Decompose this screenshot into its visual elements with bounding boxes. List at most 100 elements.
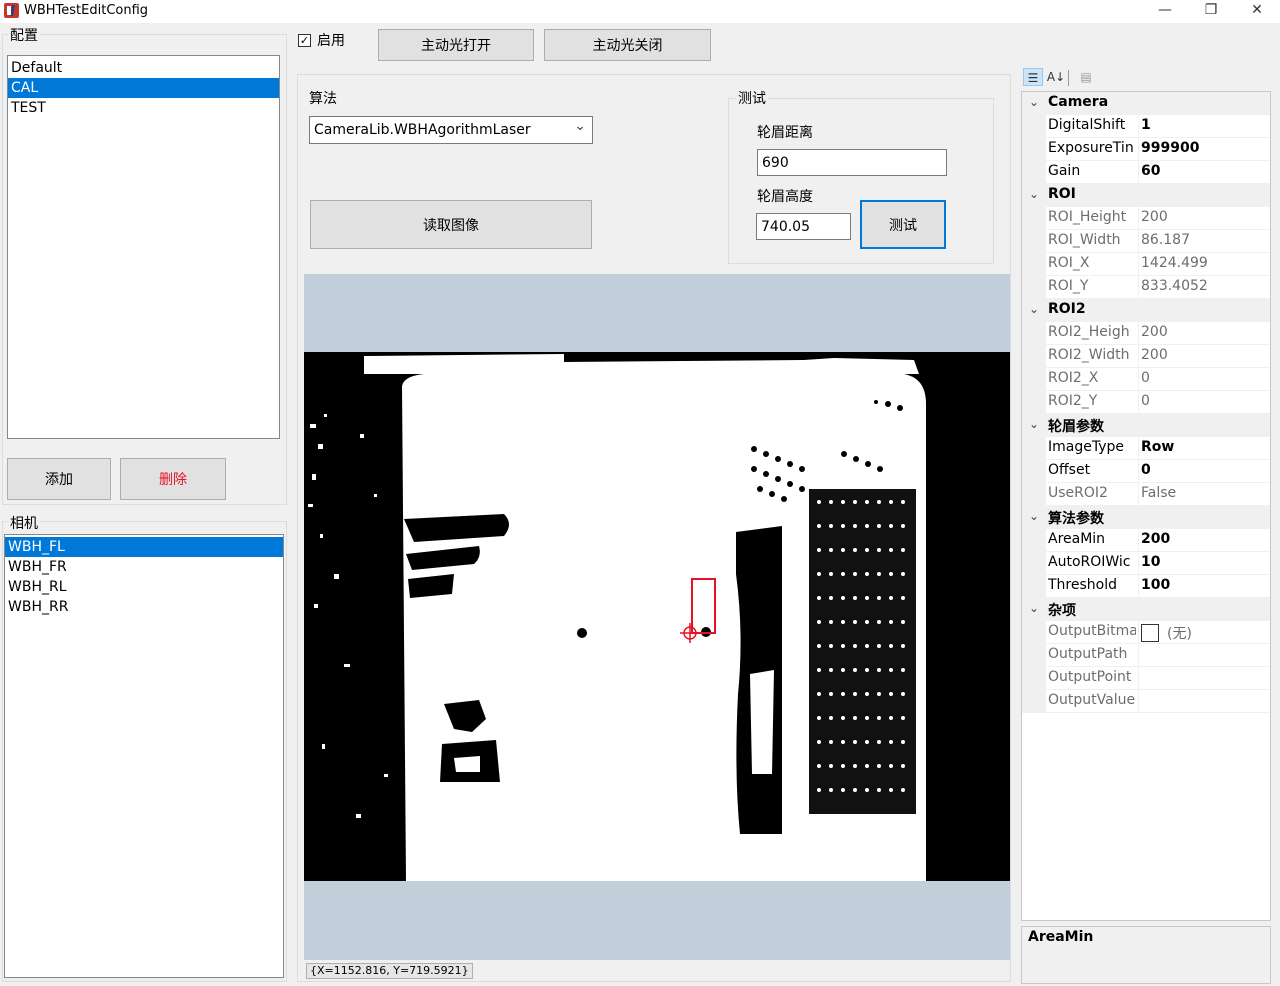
property-row[interactable]: ROI_Y 833.4052 — [1022, 276, 1270, 299]
property-value[interactable]: 100 — [1141, 577, 1170, 593]
property-value[interactable]: (无) — [1141, 623, 1192, 643]
property-value[interactable]: 0 — [1141, 393, 1150, 409]
config-list-item[interactable]: Default — [8, 58, 279, 78]
property-value[interactable]: 1 — [1141, 117, 1151, 133]
close-button[interactable]: ✕ — [1234, 0, 1280, 23]
property-row[interactable]: ROI2_Y 0 — [1022, 391, 1270, 414]
property-row[interactable]: DigitalShift 1 — [1022, 115, 1270, 138]
property-category[interactable]: ⌄ ROI2 — [1022, 299, 1270, 322]
property-row[interactable]: OutputPath — [1022, 644, 1270, 667]
property-separator — [1138, 529, 1139, 552]
property-value[interactable]: 999900 — [1141, 140, 1199, 156]
property-grid[interactable]: ⌄ Camera DigitalShift 1 ExposureTin 999900 Gai… — [1021, 91, 1271, 921]
property-gutter — [1022, 391, 1046, 414]
property-value[interactable]: 200 — [1141, 324, 1168, 340]
property-row[interactable]: OutputValue — [1022, 690, 1270, 713]
delete-button[interactable]: 删除 — [120, 458, 226, 500]
property-value[interactable]: 60 — [1141, 163, 1160, 179]
property-separator — [1138, 368, 1139, 391]
property-row[interactable]: ROI2_Width 200 — [1022, 345, 1270, 368]
property-name: ROI2_X — [1048, 370, 1099, 386]
chevron-down-icon[interactable]: ⌄ — [1029, 95, 1039, 109]
property-pages-icon[interactable]: ▤ — [1076, 68, 1096, 86]
property-row[interactable]: ROI_X 1424.499 — [1022, 253, 1270, 276]
property-value[interactable]: 200 — [1141, 347, 1168, 363]
property-name: ExposureTin — [1048, 140, 1134, 156]
property-row[interactable]: AreaMin 200 — [1022, 529, 1270, 552]
property-value[interactable]: 200 — [1141, 531, 1170, 547]
property-name: OutputPoint — [1048, 669, 1132, 685]
config-group-label: 配置 — [8, 25, 40, 45]
property-name: Threshold — [1048, 577, 1117, 593]
property-row[interactable]: ImageType Row — [1022, 437, 1270, 460]
read-image-button[interactable]: 读取图像 — [310, 200, 592, 249]
categorized-icon[interactable]: ☰ — [1023, 68, 1043, 86]
property-category[interactable]: ⌄ ROI — [1022, 184, 1270, 207]
enable-checkbox[interactable]: ✓ — [298, 34, 311, 47]
light-off-button[interactable]: 主动光关闭 — [544, 29, 711, 61]
maximize-button[interactable]: ❐ — [1188, 0, 1234, 23]
property-value[interactable]: 0 — [1141, 370, 1150, 386]
property-row[interactable]: ROI_Width 86.187 — [1022, 230, 1270, 253]
property-name: OutputBitma — [1048, 623, 1136, 639]
chevron-down-icon[interactable]: ⌄ — [1029, 601, 1039, 615]
add-button[interactable]: 添加 — [7, 458, 111, 500]
property-separator — [1138, 322, 1139, 345]
light-on-button[interactable]: 主动光打开 — [378, 29, 534, 61]
property-row[interactable]: Offset 0 — [1022, 460, 1270, 483]
property-value-text: 86.187 — [1141, 232, 1190, 248]
property-value[interactable]: 86.187 — [1141, 232, 1190, 248]
property-row[interactable]: OutputBitma (无) — [1022, 621, 1270, 644]
minimize-button[interactable]: — — [1142, 0, 1188, 23]
property-category[interactable]: ⌄ 算法参数 — [1022, 506, 1270, 529]
distance-input[interactable]: 690 — [757, 149, 947, 176]
property-row[interactable]: OutputPoint — [1022, 667, 1270, 690]
property-category[interactable]: ⌄ Camera — [1022, 92, 1270, 115]
property-separator — [1138, 437, 1139, 460]
alphabetical-icon[interactable]: A↓ — [1046, 68, 1066, 86]
property-value[interactable]: False — [1141, 485, 1176, 501]
property-row[interactable]: Gain 60 — [1022, 161, 1270, 184]
property-category[interactable]: ⌄ 杂项 — [1022, 598, 1270, 621]
camera-list-item[interactable]: WBH_FL — [5, 537, 283, 557]
property-value[interactable]: 0 — [1141, 462, 1151, 478]
property-value[interactable]: 1424.499 — [1141, 255, 1208, 271]
check-mark-icon: ✓ — [299, 34, 310, 47]
height-input[interactable]: 740.05 — [756, 213, 851, 240]
camera-list-item[interactable]: WBH_FR — [5, 557, 283, 577]
algorithm-select[interactable]: CameraLib.WBHAgorithmLaser ⌄ — [309, 116, 593, 144]
captured-image — [304, 352, 1010, 881]
chevron-down-icon[interactable]: ⌄ — [1029, 509, 1039, 523]
camera-list-item[interactable]: WBH_RR — [5, 597, 283, 617]
property-value-text: 1 — [1141, 117, 1151, 133]
property-row[interactable]: AutoROIWic 10 — [1022, 552, 1270, 575]
property-row[interactable]: UseROI2 False — [1022, 483, 1270, 506]
property-row[interactable]: ROI2_Heigh 200 — [1022, 322, 1270, 345]
config-list-item[interactable]: TEST — [8, 98, 279, 118]
property-category[interactable]: ⌄ 轮眉参数 — [1022, 414, 1270, 437]
chevron-down-icon[interactable]: ⌄ — [1029, 302, 1039, 316]
chevron-down-icon[interactable]: ⌄ — [1029, 187, 1039, 201]
config-list[interactable]: Default CAL TEST — [7, 55, 280, 439]
camera-list-item[interactable]: WBH_RL — [5, 577, 283, 597]
config-list-item[interactable]: CAL — [8, 78, 279, 98]
property-row[interactable]: Threshold 100 — [1022, 575, 1270, 598]
chevron-down-icon[interactable]: ⌄ — [1029, 417, 1039, 431]
camera-list[interactable]: WBH_FL WBH_FR WBH_RL WBH_RR — [4, 534, 284, 978]
property-value[interactable]: 833.4052 — [1141, 278, 1208, 294]
property-value[interactable]: 10 — [1141, 554, 1160, 570]
property-name: OutputPath — [1048, 646, 1128, 662]
property-separator — [1138, 575, 1139, 598]
property-name: OutputValue — [1048, 692, 1136, 708]
property-row[interactable]: ExposureTin 999900 — [1022, 138, 1270, 161]
property-row[interactable]: ROI_Height 200 — [1022, 207, 1270, 230]
property-row[interactable]: ROI2_X 0 — [1022, 368, 1270, 391]
property-separator — [1138, 552, 1139, 575]
property-gutter — [1022, 138, 1046, 161]
algorithm-select-value: CameraLib.WBHAgorithmLaser — [314, 122, 531, 138]
test-button[interactable]: 测试 — [860, 200, 946, 249]
property-value[interactable]: Row — [1141, 439, 1174, 455]
property-value[interactable]: 200 — [1141, 209, 1168, 225]
image-viewer[interactable] — [304, 274, 1010, 960]
property-gutter — [1022, 460, 1046, 483]
